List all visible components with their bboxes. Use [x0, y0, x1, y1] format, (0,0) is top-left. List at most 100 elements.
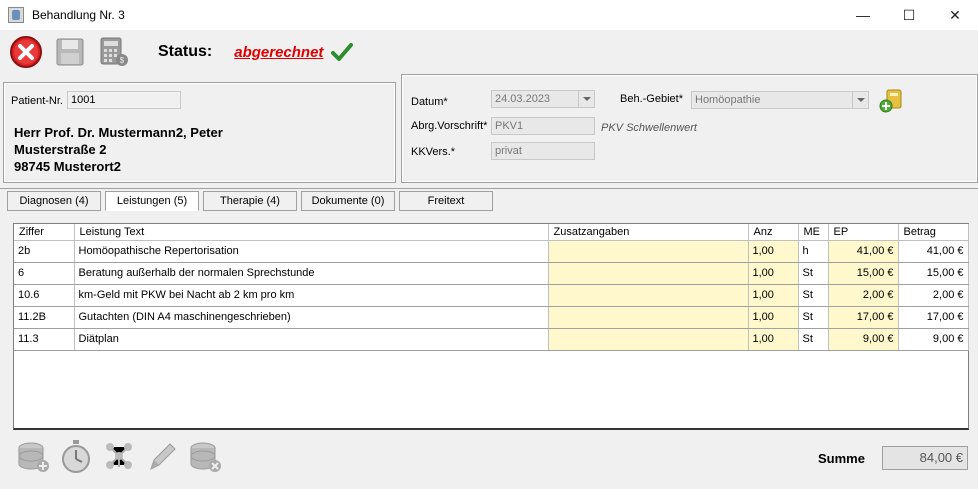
add-leistung-button[interactable] [15, 436, 51, 476]
cell-text[interactable]: Beratung außerhalb der normalen Sprechst… [74, 262, 549, 285]
cell-zusatz[interactable] [548, 262, 749, 285]
coins-add-icon [18, 442, 49, 472]
table-header-row: Ziffer Leistung Text Zusatzangaben Anz M… [14, 224, 969, 241]
timer-button[interactable] [58, 436, 94, 476]
tab-bar: Diagnosen (4) Leistungen (5) Therapie (4… [7, 191, 497, 211]
cell-ep[interactable]: 15,00 € [828, 262, 899, 285]
cancel-icon [10, 36, 42, 68]
gebiet-label: Beh.-Gebiet* [620, 93, 683, 105]
col-header-zusatz[interactable]: Zusatzangaben [548, 224, 749, 241]
patient-nr-field[interactable]: 1001 [67, 91, 181, 109]
col-header-leistung[interactable]: Leistung Text [74, 224, 549, 241]
table-row[interactable]: 10.6 km-Geld mit PKW bei Nacht ab 2 km p… [14, 284, 969, 307]
gebiet-dropdown-icon[interactable] [852, 92, 868, 108]
edit-button[interactable] [144, 436, 180, 476]
cell-zusatz[interactable] [548, 306, 749, 329]
table-row[interactable]: 2b Homöopathische Repertorisation 1,00 h… [14, 240, 969, 263]
divider [0, 188, 978, 189]
cell-ep[interactable]: 41,00 € [828, 240, 899, 263]
cell-ziffer[interactable]: 10.6 [14, 284, 75, 307]
tab-diagnosen[interactable]: Diagnosen (4) [7, 191, 101, 211]
cell-text[interactable]: Homöopathische Repertorisation [74, 240, 549, 263]
cell-zusatz[interactable] [548, 328, 749, 351]
cell-anz[interactable]: 1,00 [748, 240, 799, 263]
svg-text:$: $ [120, 56, 125, 65]
kkvers-label: KKVers.* [411, 146, 456, 158]
patient-street: Musterstraße 2 [14, 142, 107, 157]
details-panel: Datum* 24.03.2023 Beh.-Gebiet* Homöopath… [401, 74, 978, 183]
checkmark-icon [331, 43, 354, 61]
cell-ep[interactable]: 17,00 € [828, 306, 899, 329]
kkvers-field[interactable]: privat [491, 142, 595, 160]
calculate-button[interactable]: $ [96, 34, 132, 70]
close-window-button[interactable]: ✕ [932, 0, 978, 30]
cell-me[interactable]: St [798, 284, 829, 307]
coins-remove-icon [190, 442, 221, 472]
cell-ep[interactable]: 9,00 € [828, 328, 899, 351]
summe-label: Summe [818, 451, 865, 466]
cell-zusatz[interactable] [548, 284, 749, 307]
datum-value: 24.03.2023 [495, 93, 551, 105]
cell-zusatz[interactable] [548, 240, 749, 263]
cell-ziffer[interactable]: 2b [14, 240, 75, 263]
add-insurance-icon[interactable] [878, 88, 904, 114]
cell-betrag[interactable]: 9,00 € [898, 328, 969, 351]
gebiet-select[interactable]: Homöopathie [691, 91, 869, 109]
abrg-label: Abrg.Vorschrift* [411, 120, 488, 132]
save-button[interactable] [52, 34, 88, 70]
abrg-field[interactable]: PKV1 [491, 117, 595, 135]
tab-dokumente[interactable]: Dokumente (0) [301, 191, 395, 211]
cell-betrag[interactable]: 17,00 € [898, 306, 969, 329]
col-header-ep[interactable]: EP [828, 224, 899, 241]
stopwatch-icon [62, 440, 90, 473]
cell-me[interactable]: St [798, 306, 829, 329]
cell-betrag[interactable]: 2,00 € [898, 284, 969, 307]
cell-text[interactable]: Diätplan [74, 328, 549, 351]
cell-ep[interactable]: 2,00 € [828, 284, 899, 307]
cell-text[interactable]: km-Geld mit PKW bei Nacht ab 2 km pro km [74, 284, 549, 307]
abrg-hint: PKV Schwellenwert [601, 122, 697, 134]
network-icon [106, 443, 132, 469]
table-row[interactable]: 6 Beratung außerhalb der normalen Sprech… [14, 262, 969, 285]
cell-anz[interactable]: 1,00 [748, 284, 799, 307]
minimize-button[interactable]: — [840, 0, 886, 30]
calculator-icon: $ [100, 37, 128, 66]
cell-me[interactable]: St [798, 262, 829, 285]
cell-ziffer[interactable]: 6 [14, 262, 75, 285]
maximize-button[interactable]: ☐ [886, 0, 932, 30]
save-icon [56, 38, 84, 66]
col-header-betrag[interactable]: Betrag [898, 224, 969, 241]
tab-leistungen[interactable]: Leistungen (5) [105, 191, 199, 211]
cell-me[interactable]: h [798, 240, 829, 263]
gebiet-value: Homöopathie [695, 94, 761, 106]
bottom-toolbar [15, 436, 230, 476]
title-bar: Behandlung Nr. 3 — ☐ ✕ [0, 0, 978, 30]
cell-betrag[interactable]: 15,00 € [898, 262, 969, 285]
leistungen-table: Ziffer Leistung Text Zusatzangaben Anz M… [13, 223, 969, 430]
summe-field: 84,00 € [882, 446, 968, 470]
col-header-me[interactable]: ME [798, 224, 829, 241]
cell-betrag[interactable]: 41,00 € [898, 240, 969, 263]
cell-ziffer[interactable]: 11.3 [14, 328, 75, 351]
cell-anz[interactable]: 1,00 [748, 306, 799, 329]
tab-freitext[interactable]: Freitext [399, 191, 493, 211]
cell-anz[interactable]: 1,00 [748, 262, 799, 285]
table-row[interactable]: 11.2B Gutachten (DIN A4 maschinengeschri… [14, 306, 969, 329]
cell-anz[interactable]: 1,00 [748, 328, 799, 351]
cell-me[interactable]: St [798, 328, 829, 351]
cancel-button[interactable] [8, 34, 44, 70]
datum-field[interactable]: 24.03.2023 [491, 90, 595, 108]
col-header-ziffer[interactable]: Ziffer [14, 224, 75, 241]
cell-text[interactable]: Gutachten (DIN A4 maschinengeschrieben) [74, 306, 549, 329]
col-header-anz[interactable]: Anz [748, 224, 799, 241]
table-row[interactable]: 11.3 Diätplan 1,00 St 9,00 € 9,00 € [14, 328, 969, 351]
cell-ziffer[interactable]: 11.2B [14, 306, 75, 329]
datum-label: Datum* [411, 96, 448, 108]
patient-nr-label: Patient-Nr. [11, 95, 63, 107]
remove-leistung-button[interactable] [187, 436, 223, 476]
tab-therapie[interactable]: Therapie (4) [203, 191, 297, 211]
window-title: Behandlung Nr. 3 [32, 8, 125, 22]
network-button[interactable] [101, 436, 137, 476]
datum-dropdown-icon[interactable] [578, 91, 594, 107]
status-label: Status: [158, 43, 213, 60]
